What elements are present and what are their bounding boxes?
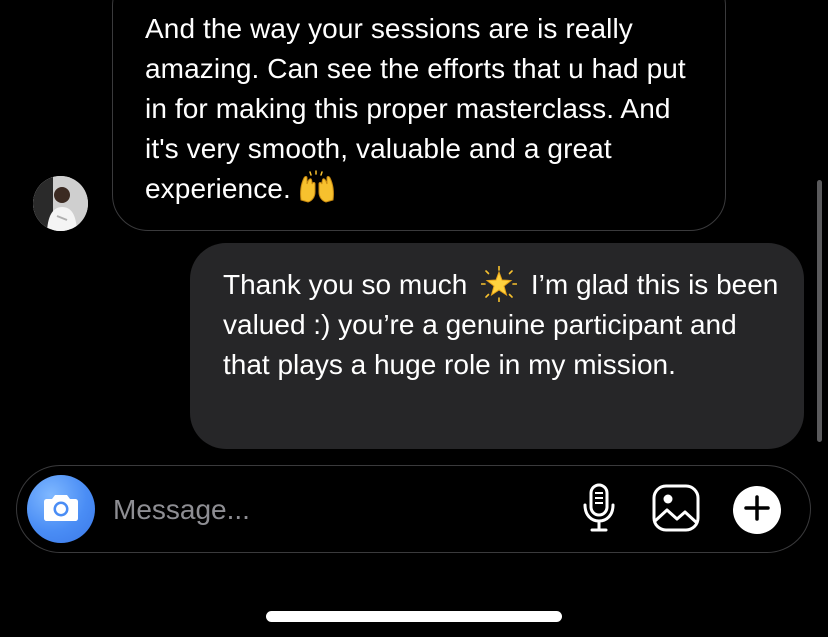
chat-screen: And the way your sessions are is really … [0,0,828,637]
incoming-message-body: And the way your sessions are is really … [145,13,686,204]
gallery-icon [651,483,701,538]
camera-icon [43,492,79,527]
add-button[interactable] [733,486,781,534]
incoming-message-text: And the way your sessions are is really … [145,9,705,209]
microphone-button[interactable] [579,483,619,538]
avatar[interactable] [33,176,88,231]
incoming-message-bubble[interactable]: And the way your sessions are is really … [112,0,726,231]
microphone-icon [581,483,617,538]
gallery-button[interactable] [650,484,702,536]
home-indicator[interactable] [266,611,562,622]
outgoing-text-before-emoji: Thank you so much [223,269,476,300]
outgoing-message-bubble[interactable]: Thank you so much I’m glad this is been … [190,243,804,449]
scrollbar[interactable] [817,180,822,442]
raising-hands-icon [297,170,337,204]
camera-button[interactable] [27,475,95,543]
message-input[interactable] [113,488,553,532]
outgoing-message-text: Thank you so much I’m glad this is been … [223,265,783,385]
glowing-star-icon [480,265,518,303]
plus-icon [744,494,770,526]
message-composer [16,465,811,553]
